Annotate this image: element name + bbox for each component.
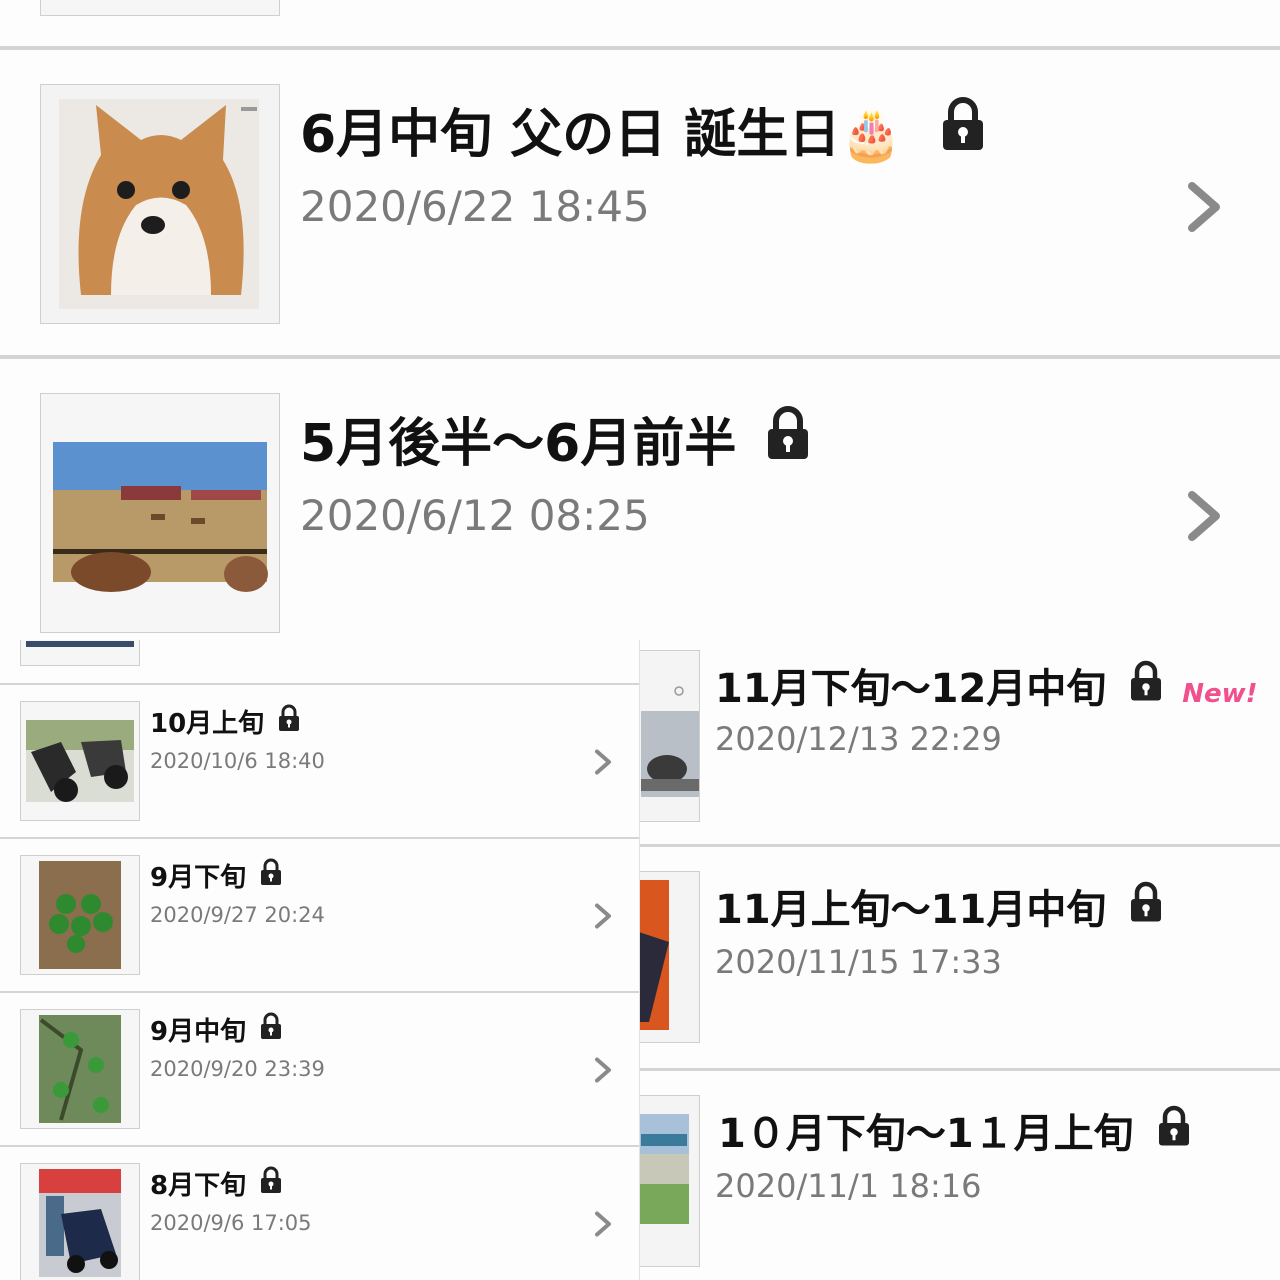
journal-entry-2[interactable]: 5月後半〜6月前半 2020/6/12 08:25 (0, 359, 1280, 640)
motorcycles-photo-icon (26, 720, 134, 802)
thumbnail (20, 855, 140, 975)
entry-title-text: 10月上旬 (150, 709, 265, 739)
journal-entry-4[interactable]: 8月下旬 2020/9/6 17:05 (0, 1147, 639, 1280)
lock-icon (259, 858, 283, 893)
lock-icon (939, 96, 987, 165)
thumbnail (20, 1163, 140, 1280)
thumbnail (20, 1009, 140, 1129)
lock-icon (1128, 660, 1164, 712)
right-panel: 11月下旬〜12月中旬 New! 2020/12/13 22:29 11月上旬〜… (640, 640, 1280, 1280)
entry-title: 8月下旬 (150, 1165, 283, 1202)
journal-entry-3[interactable]: 1０月下旬〜1１月上旬 2020/11/1 18:16 (640, 1071, 1280, 1280)
entry-title-text: 6月中旬 父の日 誕生日 (300, 105, 841, 165)
partial-thumbnail (40, 0, 280, 16)
entry-date: 2020/11/1 18:16 (715, 1167, 982, 1205)
journal-entry-1[interactable]: 11月下旬〜12月中旬 New! 2020/12/13 22:29 (640, 640, 1280, 846)
entry-title: 9月中旬 (150, 1011, 283, 1048)
motorcycle-photo-icon (39, 1169, 121, 1277)
thumbnail (640, 650, 700, 822)
entry-date: 2020/12/13 22:29 (715, 720, 1002, 758)
entry-title: 11月下旬〜12月中旬 New! (715, 656, 1257, 714)
chevron-right-icon[interactable] (594, 1057, 612, 1083)
thumbnail (40, 393, 280, 633)
entry-title: 5月後半〜6月前半 (300, 401, 812, 476)
new-badge: New! (1182, 679, 1258, 709)
journal-entry-2[interactable]: 11月上旬〜11月中旬 2020/11/15 17:33 (640, 847, 1280, 1069)
entry-title-text: 8月下旬 (150, 1171, 247, 1201)
chevron-right-icon[interactable] (1186, 491, 1222, 541)
lock-icon (259, 1166, 283, 1201)
shiba-dog-photo-icon (59, 99, 259, 309)
top-panel: 6月中旬 父の日 誕生日🎂 2020/6/22 18:45 5月後半〜6月前半 … (0, 0, 1280, 640)
chevron-right-icon[interactable] (594, 749, 612, 775)
entry-date: 2020/9/27 20:24 (150, 903, 325, 927)
lock-icon (1128, 881, 1164, 933)
entry-title-text: 9月下旬 (150, 863, 247, 893)
entry-title-text: 9月中旬 (150, 1017, 247, 1047)
journal-entry-1[interactable]: 6月中旬 父の日 誕生日🎂 2020/6/22 18:45 (0, 50, 1280, 356)
lock-icon (1156, 1105, 1192, 1157)
lock-icon (277, 704, 301, 739)
entry-date: 2020/11/15 17:33 (715, 943, 1002, 981)
entry-title-text: 11月上旬〜11月中旬 (715, 887, 1107, 933)
entry-date: 2020/10/6 18:40 (150, 749, 325, 773)
thumbnail (640, 1095, 700, 1267)
cake-icon: 🎂 (840, 106, 903, 164)
green-fruits-photo-icon (39, 861, 121, 969)
journal-entry-2[interactable]: 9月下旬 2020/9/27 20:24 (0, 839, 639, 992)
thumbnail (40, 84, 280, 324)
river-sign-photo-icon (640, 1096, 699, 1266)
entry-date: 2020/6/22 18:45 (300, 182, 650, 231)
thumbnail (20, 701, 140, 821)
entry-title: 9月下旬 (150, 857, 283, 894)
journal-entry-3[interactable]: 9月中旬 2020/9/20 23:39 (0, 993, 639, 1146)
entry-date: 2020/9/20 23:39 (150, 1057, 325, 1081)
entry-title-text: 1０月下旬〜1１月上旬 (718, 1111, 1134, 1157)
entry-date: 2020/6/12 08:25 (300, 491, 650, 540)
partial-thumbnail (20, 640, 140, 666)
entry-title: 11月上旬〜11月中旬 (715, 877, 1164, 935)
motorcycle-screenshot-icon (640, 651, 699, 821)
entry-title: 6月中旬 父の日 誕生日🎂 (300, 92, 987, 167)
journal-entry-1[interactable]: 10月上旬 2020/10/6 18:40 (0, 685, 639, 838)
entry-title-text: 5月後半〜6月前半 (300, 414, 737, 474)
entry-title: 10月上旬 (150, 703, 301, 740)
thumbnail (640, 871, 700, 1043)
fruit-tree-photo-icon (39, 1015, 121, 1123)
lock-icon (764, 405, 812, 474)
chevron-right-icon[interactable] (1186, 182, 1222, 232)
entry-date: 2020/9/6 17:05 (150, 1211, 312, 1235)
chevron-right-icon[interactable] (594, 903, 612, 929)
entry-title-text: 11月下旬〜12月中旬 (715, 666, 1107, 712)
entry-title: 1０月下旬〜1１月上旬 (718, 1101, 1192, 1159)
orange-scene-photo-icon (640, 872, 699, 1042)
lock-icon (259, 1012, 283, 1047)
chevron-right-icon[interactable] (594, 1211, 612, 1237)
farm-field-photo-icon (53, 442, 268, 592)
left-panel: 10月上旬 2020/10/6 18:40 9月下旬 2020/9/27 20:… (0, 640, 640, 1280)
